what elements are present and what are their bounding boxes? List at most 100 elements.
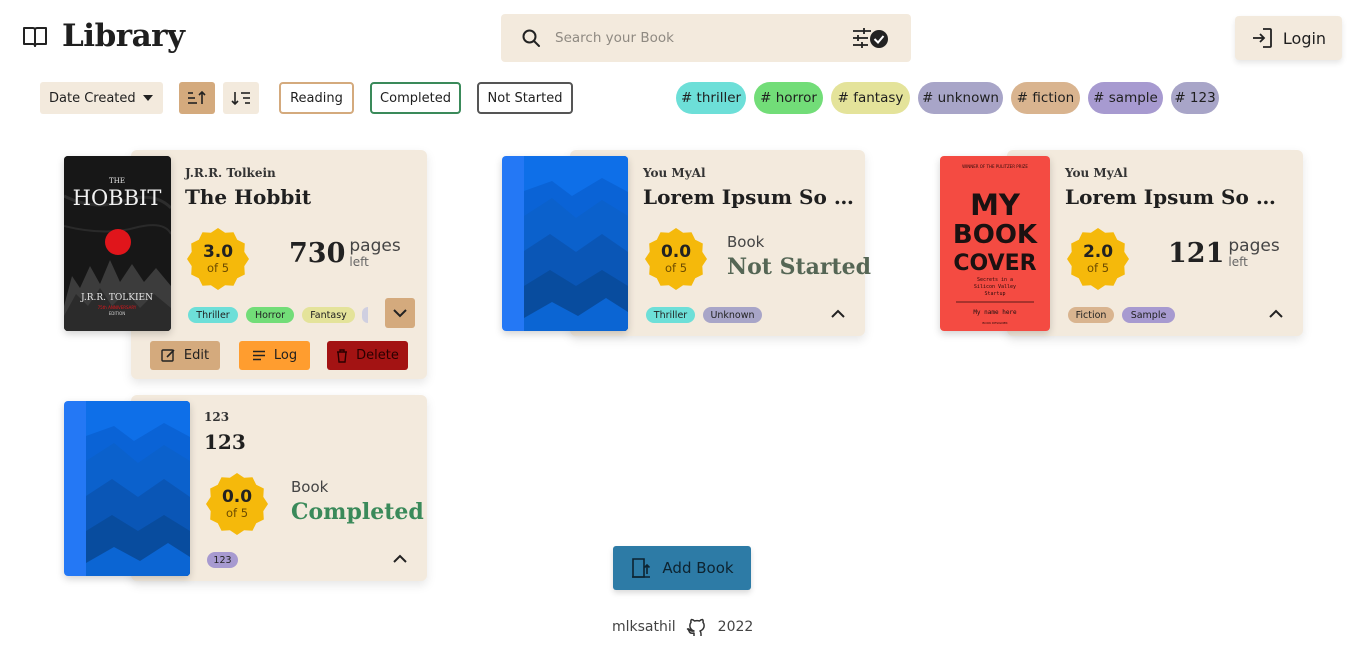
book-cover-default[interactable] (502, 156, 628, 331)
status-label: Book (727, 233, 765, 251)
tag-fantasy[interactable]: # fantasy (831, 82, 910, 114)
svg-text:75th ANNIVERSARY: 75th ANNIVERSARY (98, 305, 137, 310)
chevron-up-icon (393, 554, 407, 563)
add-book-label: Add Book (662, 559, 734, 577)
login-button[interactable]: Login (1235, 16, 1342, 60)
list-icon (252, 350, 265, 361)
footer-year: 2022 (717, 619, 754, 635)
github-icon[interactable] (686, 616, 708, 638)
login-icon (1252, 28, 1272, 48)
rating-badge: 3.0 of 5 (186, 227, 250, 291)
svg-text:Silicon Valley: Silicon Valley (974, 284, 1016, 290)
book-author: You MyAl (643, 166, 706, 180)
sort-descending-button[interactable] (223, 82, 259, 114)
book-tag-chip: Sample (1122, 307, 1175, 323)
filter-not-started[interactable]: Not Started (477, 82, 573, 114)
sort-by-select[interactable]: Date Created (40, 82, 163, 114)
svg-text:MY: MY (970, 188, 1021, 222)
book-title: 123 (204, 430, 246, 454)
book-tag-chip: Fantasy (302, 307, 355, 323)
book-cover-the-hobbit[interactable]: THE HOBBIT J.R.R. TOLKIEN 75th ANNIVERSA… (64, 156, 171, 331)
tag-123[interactable]: # 123 (1171, 82, 1219, 114)
tag-unknown[interactable]: # unknown (918, 82, 1003, 114)
rating-of: of 5 (206, 261, 230, 276)
collapse-card-button[interactable] (385, 298, 415, 328)
svg-text:COVER: COVER (953, 251, 1036, 276)
status-label: Book (291, 478, 329, 496)
book-title: Lorem Ipsum So So... (643, 185, 855, 209)
sort-ascending-icon (188, 90, 206, 104)
my-book-cover-art: WINNER OF THE PULITZER PRIZE MY BOOK COV… (940, 156, 1050, 331)
search-icon[interactable] (521, 28, 541, 48)
add-book-button[interactable]: Add Book (613, 546, 751, 590)
book-cover-default[interactable] (64, 401, 190, 576)
hobbit-cover-art: THE HOBBIT J.R.R. TOLKIEN 75th ANNIVERSA… (64, 156, 171, 331)
chevron-up-icon (1269, 309, 1283, 318)
svg-text:Startup: Startup (984, 291, 1005, 297)
filter-reading[interactable]: Reading (279, 82, 354, 114)
edit-book-button[interactable]: Edit (150, 341, 220, 370)
tag-sample[interactable]: # sample (1088, 82, 1163, 114)
expand-card-button[interactable] (388, 546, 412, 570)
filter-settings-icon[interactable] (851, 26, 891, 50)
rating-badge: 0.0 of 5 (205, 472, 269, 536)
book-author: You MyAl (1065, 166, 1128, 180)
rating-value: 0.0 (221, 486, 253, 507)
delete-book-button[interactable]: Delete (327, 341, 408, 370)
filter-completed[interactable]: Completed (370, 82, 461, 114)
svg-text:Secrets in a: Secrets in a (977, 277, 1013, 283)
tag-fiction[interactable]: # fiction (1011, 82, 1080, 114)
tag-thriller[interactable]: # thriller (676, 82, 746, 114)
sort-ascending-button[interactable] (179, 82, 215, 114)
rating-of: of 5 (664, 261, 688, 276)
book-author: 123 (204, 410, 230, 424)
pages-label: pages (1228, 236, 1280, 256)
pages-label: pages (349, 236, 401, 256)
status-value: Not Started (727, 254, 872, 280)
svg-text:WINNER OF THE PULITZER PRIZE: WINNER OF THE PULITZER PRIZE (962, 164, 1028, 169)
log-book-button[interactable]: Log (239, 341, 310, 370)
chevron-up-icon (831, 309, 845, 318)
trash-icon (337, 348, 348, 363)
status-value: Completed (291, 499, 424, 525)
search-input[interactable] (555, 30, 851, 46)
left-label: left (1228, 255, 1248, 269)
rating-badge: 2.0 of 5 (1066, 227, 1130, 291)
rating-of: of 5 (225, 506, 249, 521)
book-tag-chip: Fiction (1068, 307, 1114, 323)
pages-left-count: 121 (1168, 238, 1225, 269)
caret-down-icon (143, 95, 153, 101)
book-tag-chip: Horror (246, 307, 294, 323)
svg-text:BOOK DESIGNER: BOOK DESIGNER (982, 321, 1007, 325)
svg-text:THE: THE (109, 177, 125, 185)
sort-by-value: Date Created (49, 90, 136, 106)
book-tag-chip-overflow (362, 307, 368, 323)
add-book-icon (632, 558, 651, 578)
book-cover-my-book-cover[interactable]: WINNER OF THE PULITZER PRIZE MY BOOK COV… (940, 156, 1050, 331)
book-author: J.R.R. Tolkein (185, 166, 276, 180)
open-book-icon (23, 27, 47, 47)
edit-icon (161, 349, 175, 362)
pages-left: 121 pages left (1168, 236, 1280, 270)
rating-value: 2.0 (1082, 241, 1114, 262)
login-label: Login (1282, 28, 1327, 48)
expand-card-button[interactable] (1264, 301, 1288, 325)
pages-left: 730 pages left (289, 236, 401, 270)
footer-user: mlksathil (612, 619, 676, 635)
pages-left-count: 730 (289, 238, 346, 269)
book-tag-chip: Unknown (703, 307, 762, 323)
tag-horror[interactable]: # horror (754, 82, 823, 114)
book-tag-chip: Thriller (646, 307, 695, 323)
svg-text:BOOK: BOOK (953, 220, 1038, 250)
app-logo: Library (22, 18, 185, 54)
svg-text:EDITION: EDITION (109, 311, 126, 316)
footer: mlksathil 2022 (612, 616, 753, 638)
rating-badge: 0.0 of 5 (644, 227, 708, 291)
book-title: The Hobbit (185, 185, 312, 209)
default-cover-art (502, 156, 628, 331)
rating-of: of 5 (1086, 261, 1110, 276)
default-cover-art (64, 401, 190, 576)
book-tag-chip: 123 (207, 552, 238, 568)
expand-card-button[interactable] (826, 301, 850, 325)
search-bar (501, 14, 911, 62)
